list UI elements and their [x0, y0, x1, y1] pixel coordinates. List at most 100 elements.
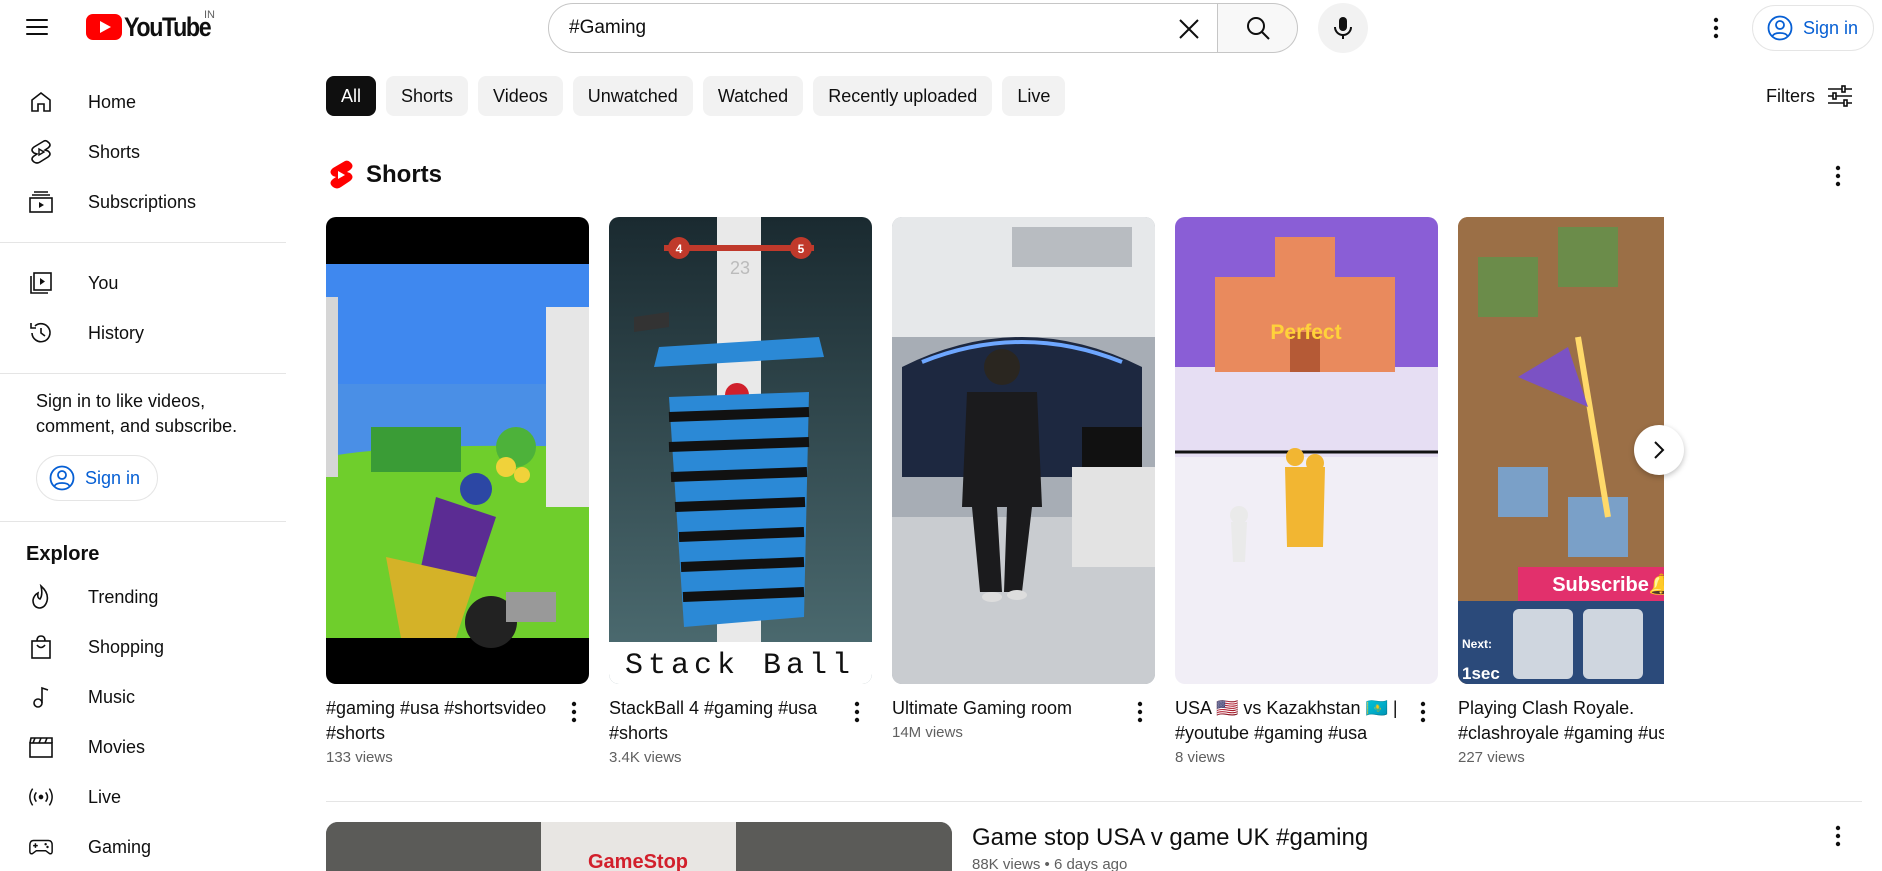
voice-search-button[interactable] [1318, 3, 1368, 53]
video-thumbnail[interactable]: GameStop [326, 822, 952, 871]
short-title[interactable]: USA 🇺🇸 vs Kazakhstan 🇰🇿 | #youtube #gami… [1175, 696, 1405, 746]
trending-icon [28, 584, 54, 610]
sidebar-item-label: Music [88, 686, 136, 707]
sidebar-item-gaming[interactable]: Gaming [0, 822, 286, 871]
shelf-more-icon[interactable] [1822, 160, 1854, 192]
filters-label: Filters [1766, 85, 1815, 106]
score-right: 5 [798, 242, 805, 256]
sidebar-item-label: Home [88, 91, 137, 112]
short-views: 14M views [892, 724, 963, 741]
sidebar-item-shopping[interactable]: Shopping [0, 622, 286, 672]
sidebar-item-label: Live [88, 786, 122, 807]
short-item[interactable]: Stack Ball 4 5 23 StackBall 4 #gaming #u… [609, 217, 872, 766]
short-overlay-text: Perfect [1270, 321, 1341, 344]
chip-shorts[interactable]: Shorts [386, 76, 469, 116]
sidebar-divider [0, 373, 286, 374]
filters-icon [1828, 85, 1852, 107]
short-thumbnail[interactable] [326, 217, 589, 684]
filter-chips: All Shorts Videos Unwatched Watched Rece… [326, 76, 1075, 116]
sidebar-item-you[interactable]: You [0, 258, 286, 308]
mic-icon [1334, 17, 1352, 39]
video-more-icon[interactable] [1822, 820, 1854, 852]
filters-button[interactable]: Filters [1766, 84, 1853, 108]
you-icon [28, 270, 54, 296]
shopping-icon [28, 634, 54, 660]
settings-more-icon[interactable] [1700, 12, 1732, 44]
sidebar: Home Shorts Subscriptions You History Si… [0, 56, 286, 871]
youtube-play-icon [86, 14, 122, 40]
short-title[interactable]: Ultimate Gaming room [892, 696, 1122, 721]
video-title[interactable]: Game stop USA v game UK #gaming [972, 824, 1368, 852]
short-title[interactable]: #gaming #usa #shortsvideo #shorts [326, 696, 556, 746]
short-thumbnail[interactable] [892, 217, 1155, 684]
history-icon [28, 320, 54, 346]
shorts-logo-icon [330, 160, 353, 189]
signin-prompt: Sign in to like videos, comment, and sub… [36, 391, 238, 436]
short-more-icon[interactable] [562, 697, 586, 727]
short-views: 3.4K views [609, 749, 682, 766]
section-divider [326, 801, 1862, 802]
short-title[interactable]: Playing Clash Royale. #clashroyale #gami… [1458, 696, 1664, 746]
music-icon [28, 684, 54, 710]
sidebar-item-movies[interactable]: Movies [0, 722, 286, 772]
gaming-icon [28, 834, 54, 860]
short-title[interactable]: StackBall 4 #gaming #usa #shorts [609, 696, 839, 746]
chip-recently-uploaded[interactable]: Recently uploaded [813, 76, 993, 116]
chip-all[interactable]: All [326, 76, 377, 116]
sidebar-item-music[interactable]: Music [0, 672, 286, 722]
chip-watched[interactable]: Watched [702, 76, 804, 116]
sidebar-item-history[interactable]: History [0, 308, 286, 358]
short-overlay-text: Subscribe🔔 [1552, 573, 1664, 596]
country-code: IN [204, 9, 215, 21]
overlay-timer: 1sec [1462, 664, 1500, 683]
signin-label: Sign in [85, 467, 141, 488]
short-item[interactable]: Perfect USA 🇺🇸 vs Kazakhstan 🇰🇿 | #youtu… [1175, 217, 1438, 766]
short-more-icon[interactable] [845, 697, 869, 727]
chip-live[interactable]: Live [1002, 76, 1066, 116]
sidebar-divider [0, 521, 286, 522]
sidebar-item-live[interactable]: Live [0, 772, 286, 822]
short-views: 227 views [1458, 749, 1525, 766]
live-icon [28, 784, 54, 810]
home-icon [28, 89, 54, 115]
sidebar-item-subscriptions[interactable]: Subscriptions [0, 177, 286, 227]
logo-text: YouTube [124, 11, 212, 42]
search-input[interactable] [569, 17, 1129, 39]
signin-label: Sign in [1803, 17, 1859, 38]
short-item[interactable]: Subscribe🔔 Next: 1sec Playing Clash Roya… [1458, 217, 1664, 766]
sidebar-divider [0, 242, 286, 243]
movies-icon [28, 734, 54, 760]
sidebar-item-label: Gaming [88, 836, 152, 857]
account-icon [1767, 15, 1793, 41]
short-more-icon[interactable] [1128, 697, 1152, 727]
short-thumbnail[interactable]: Stack Ball 4 5 23 [609, 217, 872, 684]
sidebar-item-label: You [88, 272, 119, 293]
sidebar-item-label: Subscriptions [88, 191, 197, 212]
masthead: YouTube IN Sign in [0, 0, 1882, 56]
search-box [548, 3, 1218, 53]
sidebar-item-shorts[interactable]: Shorts [0, 127, 286, 177]
carousel-next-button[interactable] [1634, 425, 1684, 475]
search-button[interactable] [1218, 3, 1298, 53]
sidebar-item-label: Trending [88, 586, 159, 607]
sidebar-item-home[interactable]: Home [0, 77, 286, 127]
clear-search-icon[interactable] [1175, 15, 1203, 43]
shorts-carousel: #gaming #usa #shortsvideo #shorts 133 vi… [326, 217, 1664, 777]
video-meta: 88K views • 6 days ago [972, 856, 1128, 871]
chip-unwatched[interactable]: Unwatched [572, 76, 693, 116]
sidebar-item-label: Shorts [88, 141, 141, 162]
menu-icon[interactable] [24, 14, 50, 40]
explore-heading: Explore [26, 543, 100, 565]
chip-videos[interactable]: Videos [478, 76, 563, 116]
short-more-icon[interactable] [1411, 697, 1435, 727]
chevron-right-icon [1654, 441, 1665, 459]
account-icon [49, 465, 75, 491]
short-thumbnail[interactable]: Perfect [1175, 217, 1438, 684]
short-item[interactable]: Ultimate Gaming room 14M views [892, 217, 1155, 741]
sidebar-signin-button[interactable]: Sign in [36, 455, 158, 501]
signin-button[interactable]: Sign in [1752, 5, 1874, 51]
sidebar-item-label: History [88, 322, 145, 343]
subscriptions-icon [28, 189, 54, 215]
sidebar-item-trending[interactable]: Trending [0, 572, 286, 622]
short-item[interactable]: #gaming #usa #shortsvideo #shorts 133 vi… [326, 217, 589, 766]
